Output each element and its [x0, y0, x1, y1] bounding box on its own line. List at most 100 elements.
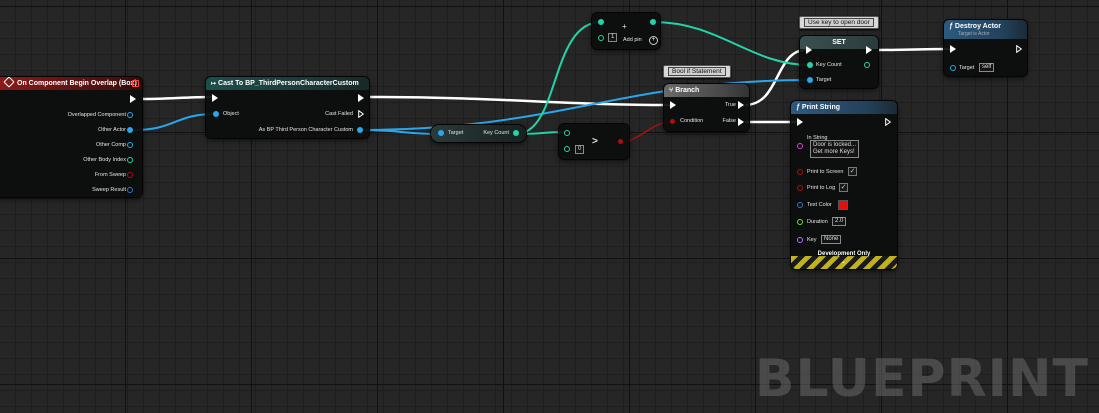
- print-string-node[interactable]: ƒ Print String In String Door is locked..…: [791, 101, 897, 269]
- duration-label: Duration: [807, 219, 828, 225]
- add-input-b-value[interactable]: 1: [608, 33, 618, 42]
- getter-key-count-pin[interactable]: [513, 130, 519, 136]
- event-node-begin-overlap[interactable]: On Component Begin Overlap (Box) Overlap…: [0, 77, 142, 197]
- from-sweep-pin[interactable]: [127, 172, 133, 178]
- text-color-label: Text Color: [807, 202, 832, 208]
- print-to-log-checkbox[interactable]: ✓: [839, 183, 848, 192]
- set-comment-text: Use key to open door: [804, 18, 874, 27]
- duration-pin[interactable]: [797, 219, 803, 225]
- print-exec-in-pin[interactable]: [797, 118, 803, 126]
- print-in-string-pin[interactable]: [797, 143, 803, 149]
- print-node-title: Print String: [801, 104, 841, 111]
- object-wire-other-actor: [133, 113, 216, 131]
- event-icon: [3, 77, 15, 88]
- print-in-string-line1: Door is locked...: [813, 142, 857, 148]
- getter-key-count-label: Key Count: [483, 130, 509, 136]
- from-sweep-label: From Sweep: [94, 172, 126, 178]
- text-color-swatch[interactable]: [838, 200, 848, 210]
- set-target-pin[interactable]: [807, 77, 813, 83]
- destroy-target-pin[interactable]: [950, 65, 956, 71]
- sweep-result-pin[interactable]: [127, 187, 133, 193]
- cast-as-output-pin[interactable]: [357, 127, 363, 133]
- branch-false-pin[interactable]: [738, 118, 744, 126]
- add-pin-plus-icon[interactable]: +: [649, 36, 658, 45]
- text-color-pin[interactable]: [797, 202, 803, 208]
- expand-chevron-icon[interactable]: ⌃: [841, 261, 846, 269]
- exec-wire-overlap-cast: [142, 95, 214, 101]
- destroy-exec-in-pin[interactable]: [950, 45, 956, 53]
- key-pin[interactable]: [797, 237, 803, 243]
- event-node-header: On Component Begin Overlap (Box): [0, 77, 142, 90]
- branch-node[interactable]: ⑂ Branch True Condition False: [664, 84, 749, 131]
- set-exec-in-pin[interactable]: [806, 46, 812, 54]
- int-wire-add-set: [652, 21, 811, 66]
- cast-object-pin[interactable]: [213, 111, 219, 117]
- cast-exec-in-pin[interactable]: [212, 94, 218, 102]
- cast-failed-exec-pin[interactable]: [358, 110, 364, 118]
- event-exec-out-pin[interactable]: [130, 95, 136, 103]
- cast-node-header: ↦ Cast To BP_ThirdPersonCharacterCustom: [206, 77, 369, 90]
- branch-condition-pin[interactable]: [670, 119, 675, 124]
- set-key-count-pin[interactable]: [807, 62, 813, 68]
- branch-icon: ⑂: [669, 87, 674, 94]
- set-key-count-out-pin[interactable]: [864, 62, 870, 68]
- event-delegate-pin[interactable]: [132, 80, 139, 87]
- other-comp-label: Other Comp: [96, 142, 126, 148]
- branch-node-title: Branch: [675, 87, 700, 94]
- add-pin-label: Add pin: [623, 37, 642, 43]
- function-icon: ƒ: [949, 23, 953, 30]
- getter-target-label: Target: [448, 130, 464, 136]
- cast-exec-out-pin[interactable]: [358, 94, 364, 102]
- other-body-index-pin[interactable]: [127, 157, 133, 163]
- set-key-count-label: Key Count: [816, 62, 842, 68]
- set-comment: Use key to open door: [799, 16, 879, 29]
- set-exec-out-pin[interactable]: [866, 46, 872, 54]
- event-node-title: On Component Begin Overlap (Box): [17, 80, 137, 87]
- print-node-header: ƒ Print String: [791, 101, 897, 114]
- compare-input-b-value[interactable]: 0: [575, 145, 585, 154]
- exec-wire-set-destroy: [877, 47, 952, 52]
- duration-value[interactable]: 2.0: [832, 217, 847, 226]
- destroy-node-subtitle: Target is Actor: [958, 31, 990, 37]
- add-output-pin[interactable]: [650, 19, 656, 25]
- compare-output-pin[interactable]: [618, 139, 623, 144]
- add-input-b-pin[interactable]: [598, 35, 604, 41]
- development-only-label: Development Only: [817, 251, 871, 257]
- overlapped-component-pin[interactable]: [127, 112, 133, 118]
- getter-target-pin[interactable]: [438, 130, 444, 136]
- branch-comment-text: Bool if Statement: [668, 67, 726, 76]
- function-icon: ƒ: [796, 104, 800, 111]
- destroy-node-header: ƒ Destroy Actor Target is Actor: [944, 20, 1027, 39]
- key-count-getter-node[interactable]: Target Key Count: [431, 125, 526, 142]
- set-key-count-node[interactable]: SET Key Count Target: [800, 36, 878, 88]
- compare-input-a-pin[interactable]: [564, 130, 570, 136]
- branch-node-header: ⑂ Branch: [664, 84, 749, 97]
- destroy-exec-out-pin[interactable]: [1016, 45, 1022, 53]
- greater-than-node[interactable]: 0 >: [559, 124, 629, 159]
- print-to-screen-checkbox[interactable]: ✓: [848, 167, 857, 176]
- set-node-title: SET: [832, 39, 846, 46]
- destroy-target-value[interactable]: self: [979, 63, 995, 72]
- add-input-a-pin[interactable]: [598, 19, 604, 25]
- set-target-label: Target: [816, 77, 832, 83]
- destroy-actor-node[interactable]: ƒ Destroy Actor Target is Actor Target se…: [944, 20, 1027, 76]
- cast-node-title: Cast To BP_ThirdPersonCharacterCustom: [218, 80, 359, 87]
- branch-true-pin[interactable]: [738, 101, 744, 109]
- other-comp-pin[interactable]: [127, 142, 133, 148]
- print-to-log-pin[interactable]: [797, 185, 803, 191]
- branch-exec-in-pin[interactable]: [670, 101, 676, 109]
- print-in-string-line2: Get more Keys!: [813, 149, 855, 155]
- add-operator: +: [622, 22, 627, 31]
- exec-wire-cast-branch: [369, 95, 672, 107]
- add-node[interactable]: + 1 Add pin +: [592, 13, 660, 49]
- print-to-screen-pin[interactable]: [797, 169, 803, 175]
- print-exec-out-pin[interactable]: [885, 118, 891, 126]
- other-actor-pin[interactable]: [127, 127, 133, 133]
- cast-node[interactable]: ↦ Cast To BP_ThirdPersonCharacterCustom O…: [206, 77, 369, 138]
- compare-input-b-pin[interactable]: [564, 146, 570, 152]
- destroy-target-label: Target: [959, 65, 975, 71]
- sweep-result-label: Sweep Result: [92, 187, 126, 193]
- key-value[interactable]: None: [821, 235, 842, 244]
- branch-true-label: True: [724, 102, 736, 108]
- print-in-string-value[interactable]: Door is locked... Get more Keys!: [810, 140, 860, 158]
